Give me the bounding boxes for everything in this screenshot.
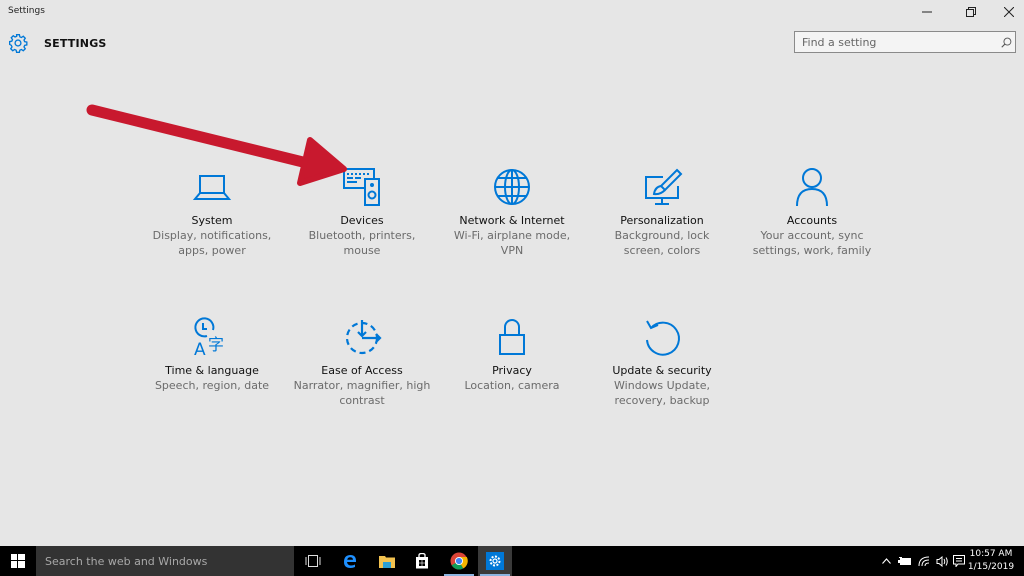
windows-logo-icon	[11, 554, 25, 568]
taskbar-clock[interactable]: 10:57 AM 1/15/2019	[966, 548, 1016, 574]
minimize-icon	[922, 11, 932, 13]
tile-network-internet[interactable]: Network & Internet Wi-Fi, airplane mode,…	[437, 166, 587, 258]
tile-name: Devices	[340, 214, 384, 227]
file-explorer-button[interactable]	[370, 546, 404, 576]
tile-ease-of-access[interactable]: Ease of Access Narrator, magnifier, high…	[287, 316, 437, 408]
tile-name: Personalization	[620, 214, 704, 227]
chrome-icon	[450, 552, 468, 570]
find-setting-search[interactable]	[794, 31, 1016, 53]
wifi-icon	[918, 556, 930, 566]
search-icon[interactable]	[997, 33, 1015, 51]
search-input[interactable]	[795, 35, 997, 49]
tile-description: Speech, region, date	[154, 379, 270, 392]
network-button[interactable]	[916, 546, 932, 576]
gear-icon	[9, 34, 28, 53]
tile-description: Background, lock screen, colors	[614, 229, 710, 257]
restore-icon	[966, 7, 976, 17]
edge-icon	[344, 555, 356, 568]
globe-icon	[494, 169, 530, 205]
tile-privacy[interactable]: Privacy Location, camera	[437, 316, 587, 393]
tile-description: Your account, sync settings, work, famil…	[752, 229, 872, 257]
tile-name: Accounts	[786, 214, 838, 227]
page-title: SETTINGS	[44, 37, 107, 50]
taskbar-search-placeholder: Search the web and Windows	[45, 554, 208, 568]
tile-description: Wi-Fi, airplane mode, VPN	[453, 229, 571, 257]
svg-text:A: A	[194, 340, 206, 358]
close-button[interactable]	[994, 0, 1024, 24]
battery-icon	[898, 556, 911, 565]
clock-time: 10:57 AM	[969, 549, 1013, 559]
tile-accounts[interactable]: Accounts Your account, sync settings, wo…	[737, 166, 887, 258]
battery-button[interactable]	[896, 546, 914, 576]
task-view-icon	[305, 555, 321, 567]
start-button[interactable]	[0, 546, 36, 576]
action-center-button[interactable]	[951, 546, 967, 576]
edge-button[interactable]	[333, 546, 367, 576]
chevron-up-icon	[881, 558, 891, 564]
gear-icon	[486, 552, 504, 570]
tile-name: Time & language	[165, 364, 259, 377]
store-bag-icon	[416, 553, 428, 569]
restore-button[interactable]	[956, 0, 986, 24]
tile-personalization[interactable]: Personalization Background, lock screen,…	[587, 166, 737, 258]
tile-description: Location, camera	[464, 379, 560, 392]
action-center-icon	[953, 555, 965, 567]
tile-description: Display, notifications, apps, power	[152, 229, 272, 257]
annotation-arrow	[86, 104, 347, 186]
paintbrush-monitor-icon	[645, 168, 683, 205]
chrome-button[interactable]	[442, 546, 476, 576]
tile-description: Bluetooth, printers, mouse	[308, 229, 416, 257]
tile-name: Ease of Access	[321, 364, 403, 377]
svg-text:字: 字	[208, 335, 224, 354]
task-view-button[interactable]	[296, 546, 330, 576]
taskbar: Search the web and Windows 10:57 AM 1/15…	[0, 546, 1024, 576]
tile-description: Narrator, magnifier, high contrast	[293, 379, 431, 407]
title-bar: Settings	[0, 0, 1024, 24]
tile-name: System	[191, 214, 233, 227]
tile-name: Network & Internet	[459, 214, 565, 227]
volume-button[interactable]	[934, 546, 950, 576]
folder-icon	[379, 556, 395, 568]
lock-icon	[499, 319, 525, 355]
person-icon	[796, 168, 828, 207]
ease-of-access-icon	[345, 320, 382, 355]
volume-icon	[936, 555, 948, 567]
tile-description: Windows Update, recovery, backup	[614, 379, 710, 407]
clock-date: 1/15/2019	[967, 562, 1015, 572]
tile-devices[interactable]: Devices Bluetooth, printers, mouse	[287, 166, 437, 258]
tile-name: Privacy	[492, 364, 532, 377]
show-hidden-icons-button[interactable]	[878, 546, 894, 576]
window-title: Settings	[8, 6, 45, 16]
laptop-icon	[192, 175, 232, 200]
store-button[interactable]	[405, 546, 439, 576]
tile-name: Update & security	[612, 364, 712, 377]
tile-update-security[interactable]: Update & security Windows Update, recove…	[587, 316, 737, 408]
tile-time-language[interactable]: A 字 Time & language Speech, region, date	[137, 316, 287, 393]
tile-system[interactable]: System Display, notifications, apps, pow…	[137, 166, 287, 258]
close-icon	[1004, 7, 1014, 17]
refresh-icon	[646, 320, 680, 356]
clock-language-icon: A 字	[194, 317, 224, 358]
taskbar-search[interactable]: Search the web and Windows	[36, 546, 294, 576]
settings-taskbar-button[interactable]	[478, 546, 512, 576]
devices-icon	[343, 168, 380, 206]
minimize-button[interactable]	[912, 0, 942, 24]
